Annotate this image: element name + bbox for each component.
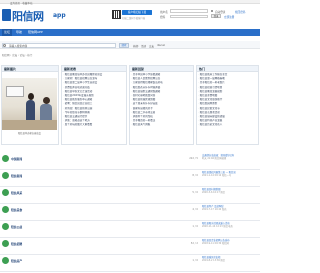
forum-last-post[interactable]: 阳信县组织开展第三届 — 阳信县 2021-1-14 09:12 阳信一号 bbox=[202, 171, 260, 178]
forum-last-post[interactable]: 阳信县城区房出租 2019-8-2 13:36 阳信 bbox=[202, 256, 260, 263]
search-bar: 请输入搜索内容 搜索 热搜: 活动 交友 discuz bbox=[0, 41, 260, 49]
last-post-time: 2018-9-11 09:30 阳信网 bbox=[202, 242, 229, 246]
logo-icon[interactable] bbox=[2, 9, 11, 21]
breadcrumb: 阳信网 › 论坛 › 论坛 › 热门 bbox=[2, 54, 33, 57]
last-post-time: 2020-11-14 12:13 阳信电商 bbox=[202, 225, 233, 229]
find-password-link[interactable]: 找回密码 bbox=[235, 10, 245, 14]
forum-name[interactable]: 阳信美食 bbox=[11, 208, 22, 212]
forum-count: 8 / 0 bbox=[192, 174, 198, 177]
forum-last-post[interactable]: 阳信县某企业招聘公告发布 2018-9-11 09:30 阳信网 bbox=[202, 239, 260, 246]
forum-last-post[interactable]: 阳信县阳光社团送爱心活动 2020-11-14 12:13 阳信电商 bbox=[202, 222, 260, 229]
search-icon bbox=[3, 43, 6, 47]
photo-caption[interactable]: 阳信县举办家长座谈会 bbox=[2, 131, 57, 135]
panel-title: 最新图片 bbox=[2, 66, 58, 72]
forum-board-icon bbox=[2, 189, 9, 196]
forum-count: 52 / 2 bbox=[190, 242, 198, 245]
forum-count: 222 / 5 bbox=[189, 157, 198, 160]
hot-label: 热搜: bbox=[133, 44, 139, 48]
forum-board-icon bbox=[2, 155, 9, 162]
list-item[interactable]: 阳信县天气预报 bbox=[131, 123, 192, 127]
forum-board-icon bbox=[2, 206, 9, 213]
top-strip-links[interactable]: 设为首页 · 收藏本站 bbox=[10, 1, 32, 5]
nav-forum[interactable]: 论坛 bbox=[2, 29, 13, 36]
forum-count: 4 / 0 bbox=[192, 208, 198, 211]
password-field[interactable] bbox=[170, 14, 208, 19]
forum-row[interactable]: 阳信房产 1 / 0 阳信县城区房出租 2019-8-2 13:36 阳信 bbox=[0, 254, 260, 272]
forum-count: 1 / 0 bbox=[192, 259, 198, 262]
last-post-time: 2021-1-14 09:12 阳信一号 bbox=[202, 174, 232, 178]
forum-row[interactable]: 阳信招聘 52 / 2 阳信县某企业招聘公告发布 2018-9-11 09:30 阳信… bbox=[0, 237, 260, 255]
search-button[interactable]: 搜索 bbox=[119, 42, 129, 48]
forum-last-post[interactable]: 阳信县某村规划图 2020-3-6 10:17 阳信 bbox=[202, 188, 260, 195]
hot-term[interactable]: 交友 bbox=[149, 44, 154, 48]
qr-code-icon bbox=[112, 10, 121, 19]
forum-count: 5 / 0 bbox=[192, 191, 198, 194]
forum-row[interactable]: 阳信美食 4 / 0 阳信县特产 品尝鸭梨 2019-7-17 10:42 梨花 bbox=[0, 203, 260, 221]
forum-name[interactable]: 阳信风采 bbox=[11, 191, 22, 195]
forum-board-icon bbox=[2, 172, 9, 179]
password-label: 密码 bbox=[160, 16, 166, 19]
forum-last-post[interactable]: 交通部长谈高速：全国省份已有 昨天 21:46 阳信网编辑 bbox=[202, 154, 260, 161]
username-label: 用户名 bbox=[160, 10, 168, 14]
forum-row[interactable]: 中国新闻 222 / 5 交通部长谈高速：全国省份已有 昨天 21:46 阳信网编辑 bbox=[0, 152, 260, 170]
forum-row[interactable]: 阳信风采 5 / 0 阳信县某村规划图 2020-3-6 10:17 阳信 bbox=[0, 186, 260, 204]
forum-count: 1 / 0 bbox=[192, 225, 198, 228]
latest-replies-list: 关于本县中小学放假通知阳信县人民医院招聘公告大家觉得阳信哪家饭店好吃阳信梨花节什… bbox=[131, 73, 192, 128]
site-logo[interactable]: 阳信网 bbox=[12, 8, 44, 24]
nav-app[interactable]: 阳信网APP bbox=[28, 29, 43, 36]
username-field[interactable] bbox=[170, 9, 208, 13]
forum-row[interactable]: 阳信公益 1 / 0 阳信县阳光社团送爱心活动 2020-11-14 12:13 阳信… bbox=[0, 220, 260, 238]
forum-board-icon bbox=[2, 257, 9, 264]
list-item[interactable]: 发个好玩的图片大家看看 bbox=[63, 123, 125, 127]
login-button[interactable]: 登录 bbox=[211, 14, 221, 19]
forum-last-post[interactable]: 阳信县特产 品尝鸭梨 2019-7-17 10:42 梨花 bbox=[202, 205, 260, 212]
nav-guide[interactable]: 导航 bbox=[16, 29, 22, 36]
forum-board-icon bbox=[2, 223, 9, 230]
forum-name[interactable]: 阳信新闻 bbox=[11, 174, 22, 178]
forum-row[interactable]: 阳信新闻 8 / 0 阳信县组织开展第三届 — 阳信县 2021-1-14 09:12… bbox=[0, 169, 260, 187]
hot-list: 阳信县政府工作报告全文阳信县第一届网络春晚关于阳信的一些老照片阳信县招商引资项目… bbox=[198, 73, 257, 128]
last-post-time: 2019-7-17 10:42 梨花 bbox=[202, 208, 227, 212]
forum-name[interactable]: 中国新闻 bbox=[11, 157, 22, 161]
featured-photo[interactable] bbox=[2, 78, 57, 130]
app-download-sub: 扫描二维码下载客户端 bbox=[122, 17, 145, 20]
top-strip: 设为首页 · 收藏本站 bbox=[0, 0, 260, 5]
panel-title: 热门 bbox=[197, 66, 258, 72]
last-post-time: 2020-3-6 10:17 阳信 bbox=[202, 191, 226, 195]
site-logo-app: app bbox=[53, 12, 66, 19]
hot-term[interactable]: discuz bbox=[157, 44, 165, 47]
remember-label: 自动登录 bbox=[215, 10, 226, 14]
last-post-time: 昨天 21:46 阳信网编辑 bbox=[202, 157, 227, 161]
last-post-time: 2019-8-2 13:36 阳信 bbox=[202, 259, 226, 263]
register-link[interactable]: 立即注册 bbox=[224, 15, 234, 19]
panel-title: 最新发表 bbox=[62, 66, 126, 72]
forum-name[interactable]: 阳信公益 bbox=[11, 225, 22, 229]
remember-checkbox[interactable] bbox=[211, 9, 214, 12]
app-download-button[interactable]: 客户端扫描下载 bbox=[122, 10, 152, 15]
main-nav: 论坛 导航 阳信网APP bbox=[0, 29, 260, 36]
panel-title: 最新回复 bbox=[130, 66, 193, 72]
search-input[interactable]: 请输入搜索内容 bbox=[2, 42, 116, 48]
hot-term[interactable]: 活动 bbox=[141, 44, 146, 48]
forum-name[interactable]: 阳信房产 bbox=[11, 259, 22, 263]
forum-name[interactable]: 阳信招聘 bbox=[11, 242, 22, 246]
list-item[interactable]: 阳信县历史文化名人 bbox=[198, 123, 257, 127]
latest-posts-list: 阳信县教育局举办全县教师培训会大家好！阳信县招聘公告发布阳信县第二届中小学生运动… bbox=[63, 73, 125, 128]
forum-board-icon bbox=[2, 240, 9, 247]
